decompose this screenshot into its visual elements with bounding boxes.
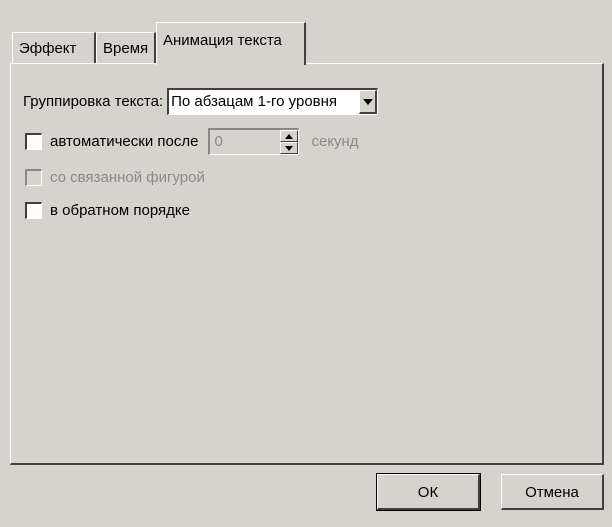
reverse-order-checkbox[interactable]	[25, 202, 42, 219]
reverse-order-label: в обратном порядке	[50, 202, 190, 219]
chevron-down-icon	[362, 98, 373, 105]
tab-panel-text-animation: Группировка текста: По абзацам 1-го уров…	[10, 63, 604, 465]
auto-after-row: автоматически после 0 секунд	[25, 128, 359, 155]
tab-effect[interactable]: Эффект	[12, 32, 96, 63]
grouping-label: Группировка текста:	[23, 93, 164, 110]
auto-after-checkbox[interactable]	[25, 133, 42, 150]
seconds-unit-label: секунд	[311, 133, 359, 150]
spin-up-button[interactable]	[280, 130, 299, 142]
attached-shape-checkbox[interactable]	[25, 169, 42, 186]
cancel-button[interactable]: Отмена	[501, 474, 604, 510]
spin-down-button[interactable]	[280, 142, 299, 154]
spinner-buttons	[280, 130, 299, 154]
auto-after-label: автоматически после	[50, 133, 199, 150]
grouping-select[interactable]: По абзацам 1-го уровня	[167, 88, 379, 115]
auto-after-seconds-spinner[interactable]: 0	[208, 128, 300, 155]
ok-button[interactable]: ОК	[376, 473, 481, 511]
reverse-order-row: в обратном порядке	[25, 202, 190, 219]
tab-text-animation[interactable]: Анимация текста	[156, 22, 306, 65]
attached-shape-row: со связанной фигурой	[25, 169, 205, 186]
auto-after-seconds-value[interactable]: 0	[210, 130, 280, 154]
animation-dialog: Эффект Время Анимация текста Группировка…	[0, 0, 612, 527]
arrow-up-icon	[285, 133, 294, 139]
attached-shape-label: со связанной фигурой	[50, 169, 205, 186]
grouping-row: Группировка текста: По абзацам 1-го уров…	[23, 88, 379, 115]
grouping-select-value: По абзацам 1-го уровня	[171, 93, 338, 110]
tab-timing[interactable]: Время	[96, 32, 156, 63]
arrow-down-icon	[285, 145, 294, 151]
grouping-dropdown-button[interactable]	[359, 90, 378, 114]
